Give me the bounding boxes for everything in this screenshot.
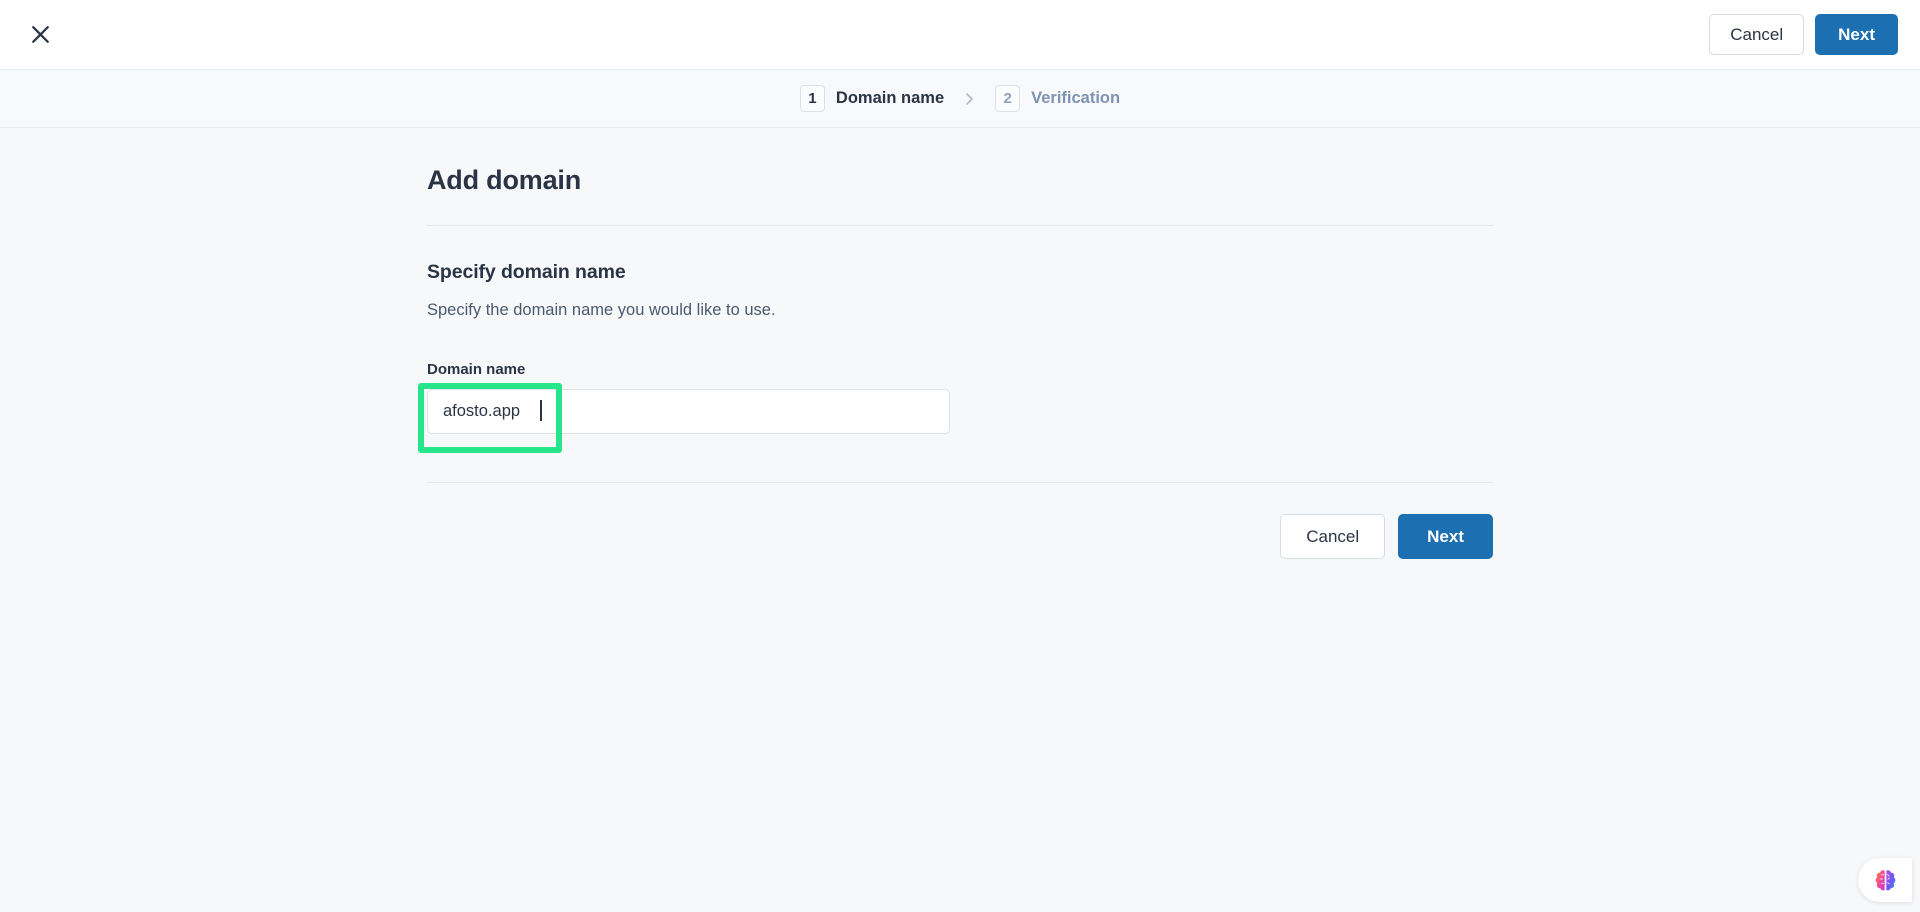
- header-next-button[interactable]: Next: [1815, 14, 1898, 55]
- page-title: Add domain: [427, 165, 581, 195]
- stepper-step-2-number: 2: [995, 85, 1021, 112]
- specify-domain-section: Specify domain name Specify the domain n…: [418, 226, 1493, 559]
- text-caret: [540, 400, 542, 421]
- add-domain-card: Add domain Specify domain name Specify t…: [418, 165, 1493, 559]
- header-actions: Cancel Next: [1709, 14, 1898, 55]
- cancel-button[interactable]: Cancel: [1280, 514, 1386, 559]
- ai-assistant-button[interactable]: [1858, 858, 1912, 902]
- section-heading: Specify domain name: [427, 261, 626, 283]
- stepper-step-verification[interactable]: 2 Verification: [995, 85, 1120, 112]
- brain-icon: [1872, 867, 1899, 894]
- stepper-step-domain-name[interactable]: 1 Domain name: [799, 85, 945, 112]
- stepper-band: 1 Domain name 2 Verification: [0, 70, 1920, 128]
- stepper-step-1-label: Domain name: [835, 89, 945, 107]
- stepper-step-2-label: Verification: [1031, 89, 1121, 107]
- domain-name-label: Domain name: [427, 361, 526, 378]
- stepper-step-1-number: 1: [799, 85, 825, 112]
- page-content: Add domain Specify domain name Specify t…: [0, 129, 1920, 912]
- stepper: 1 Domain name 2 Verification: [799, 85, 1120, 112]
- domain-name-field: Domain name: [418, 361, 1493, 453]
- section-description: Specify the domain name you would like t…: [427, 301, 776, 319]
- chevron-right-icon: [964, 91, 975, 107]
- close-button[interactable]: [18, 13, 62, 57]
- header-cancel-button[interactable]: Cancel: [1709, 14, 1805, 55]
- next-button[interactable]: Next: [1398, 514, 1493, 559]
- top-header-bar: Cancel Next: [0, 0, 1920, 70]
- close-icon: [28, 22, 53, 47]
- card-actions: Cancel Next: [427, 483, 1493, 559]
- domain-name-input[interactable]: [427, 389, 950, 434]
